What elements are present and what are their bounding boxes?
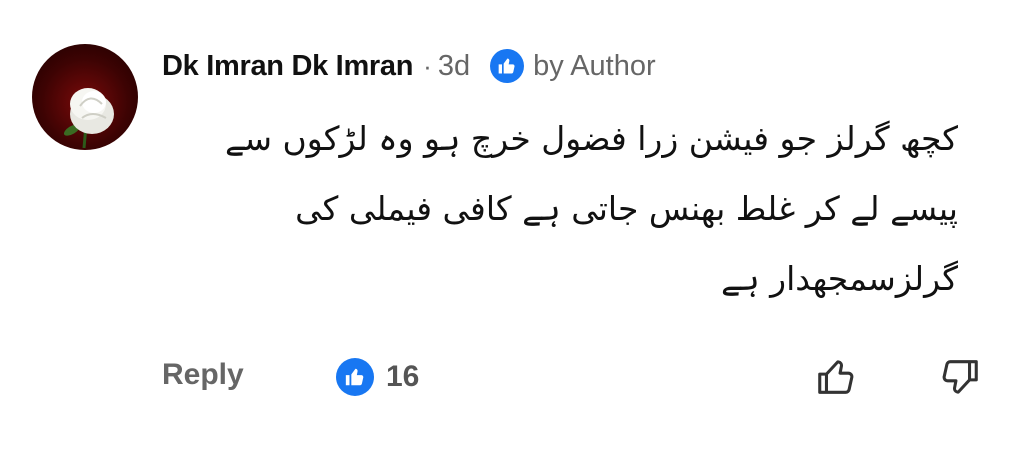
comment-line: کچھ گرلز جو فیشن زرا فضول خرچ ہو وہ لڑکو… [225, 119, 958, 158]
comment-line: گرلزسمجھدار ہے [720, 259, 958, 298]
author-name[interactable]: Dk Imran Dk Imran [162, 50, 413, 83]
thumbs-down-icon [942, 360, 978, 394]
header-separator: · [423, 50, 432, 81]
thumbs-up-icon [818, 360, 854, 394]
white-rose-icon [63, 88, 114, 149]
comment-actions: Reply 16 [162, 352, 984, 406]
thumbs-up-button[interactable] [814, 354, 860, 400]
comment-age: 3d [437, 49, 471, 82]
like-summary: 16 [336, 358, 419, 396]
liked-by-author-badge: by Author [490, 49, 656, 83]
liked-by-text: by Author [533, 49, 656, 82]
comment-line: پیسے لے کر غلط بھنس جاتی ہے کافی فیملی ک… [295, 189, 958, 228]
comment-body: کچھ گرلز جو فیشن زرا فضول خرچ ہو وہ لڑکو… [138, 104, 958, 314]
like-count: 16 [386, 360, 420, 393]
comment-header: Dk Imran Dk Imran · 3d by Author [162, 46, 656, 86]
avatar[interactable] [32, 44, 138, 150]
reply-button[interactable]: Reply [162, 358, 244, 392]
thumbs-up-icon [336, 358, 374, 396]
thumbs-down-button[interactable] [936, 354, 982, 400]
thumbs-up-icon [490, 49, 525, 83]
